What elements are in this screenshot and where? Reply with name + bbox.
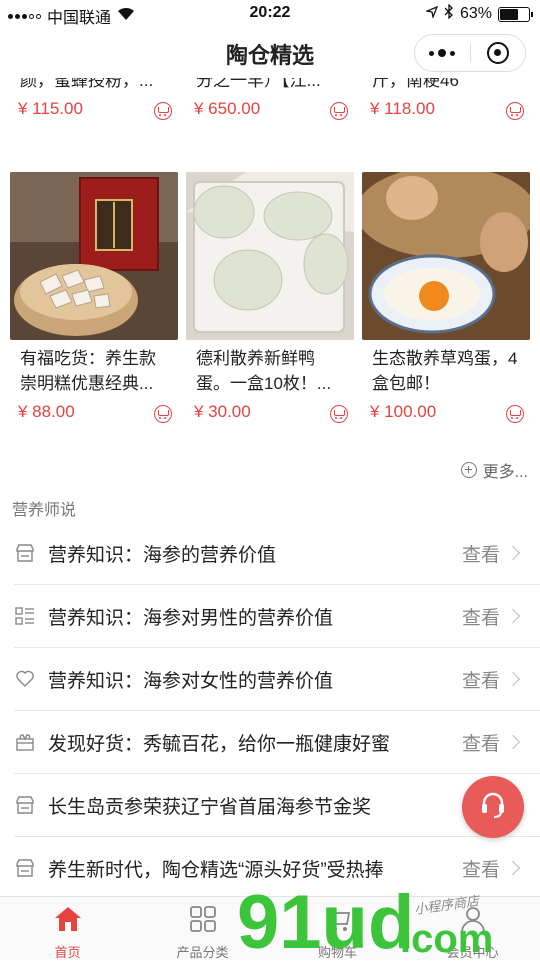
gift-icon (14, 731, 36, 753)
product-price: ¥ 100.00 (370, 402, 437, 421)
heart-icon (14, 668, 36, 690)
store-icon (14, 857, 36, 879)
article-title: 营养知识：海参对男性的营养价值 (48, 607, 334, 629)
article-item[interactable]: 营养知识：海参的营养价值 查看 (14, 522, 540, 585)
section-title: 营养师说 (12, 502, 77, 519)
product-image-chongming-cake[interactable] (10, 172, 178, 340)
article-item[interactable]: 养生新时代，陶仓精选“源头好货”受热捧 查看 (14, 837, 540, 896)
list-icon (14, 605, 36, 627)
product-image-chicken-eggs[interactable] (362, 172, 530, 340)
product-price: ¥ 650.00 (194, 99, 261, 118)
target-icon (486, 42, 509, 64)
battery-percent: 63% (459, 5, 492, 22)
nav-bar: 陶仓精选 (0, 28, 540, 78)
product-title: 斤，南粳46 (372, 78, 459, 90)
chevron-right-icon (505, 860, 521, 876)
article-title: 长生岛贡参荣获辽宁省首届海参节金奖 (48, 796, 372, 818)
chevron-right-icon (505, 671, 521, 687)
product-title: 德利散养新鲜鸭蛋。一盒10枚！... (196, 349, 332, 393)
plus-circle-icon (460, 462, 477, 478)
add-to-cart-icon[interactable] (154, 102, 172, 120)
product-card[interactable]: 斤，南粳46 ¥ 118.00 (362, 78, 530, 129)
more-label: 更多... (482, 464, 528, 481)
more-menu-button[interactable] (415, 35, 470, 71)
close-mini-program-button[interactable] (471, 35, 526, 71)
headset-icon (478, 790, 508, 825)
battery-icon (498, 6, 533, 22)
tab-home[interactable]: 首页 (0, 897, 135, 960)
user-icon (459, 905, 487, 938)
article-item[interactable]: 营养知识：海参对男性的营养价值 查看 (14, 585, 540, 648)
article-title: 营养知识：海参对女性的营养价值 (48, 670, 334, 692)
view-label: 查看 (461, 544, 500, 566)
article-title: 营养知识：海参的营养价值 (48, 544, 277, 566)
article-item[interactable]: 营养知识：海参对女性的营养价值 查看 (14, 648, 540, 711)
more-dots-icon (429, 49, 456, 57)
add-to-cart-icon[interactable] (154, 405, 172, 423)
home-icon (53, 905, 83, 938)
main-content: 颜，蜜蜂授粉，... ¥ 115.00 分之一羊）【江... ¥ 650.00 … (0, 78, 540, 896)
tab-member[interactable]: 会员中心 (405, 897, 540, 960)
tab-label: 首页 (54, 945, 81, 960)
add-to-cart-icon[interactable] (506, 102, 524, 120)
tab-label: 会员中心 (446, 945, 499, 960)
product-title: 有福吃货：养生款崇明糕优惠经典... (20, 349, 156, 393)
tab-label: 购物车 (317, 945, 357, 960)
more-products-link[interactable]: 更多... (460, 458, 528, 482)
chevron-right-icon (505, 734, 521, 750)
article-title: 发现好货：秀毓百花，给你一瓶健康好蜜 (48, 733, 391, 755)
article-title: 养生新时代，陶仓精选“源头好货”受热捧 (48, 859, 384, 881)
add-to-cart-icon[interactable] (330, 405, 348, 423)
view-label: 查看 (461, 670, 500, 692)
product-title: 生态散养草鸡蛋，4盒包邮！ (372, 349, 518, 393)
product-title: 颜，蜜蜂授粉，... (20, 78, 154, 90)
product-card[interactable]: 颜，蜜蜂授粉，... ¥ 115.00 (10, 78, 178, 129)
article-list: 营养知识：海参的营养价值 查看 营养知识：海参对男性的营养价值 查看 营养知识：… (0, 522, 540, 896)
view-label: 查看 (461, 859, 500, 881)
product-card[interactable]: 德利散养新鲜鸭蛋。一盒10枚！... ¥ 30.00 (186, 172, 354, 432)
product-card[interactable]: 有福吃货：养生款崇明糕优惠经典... ¥ 88.00 (10, 172, 178, 432)
article-item[interactable]: 发现好货：秀毓百花，给你一瓶健康好蜜 查看 (14, 711, 540, 774)
product-price: ¥ 30.00 (194, 402, 251, 421)
mini-program-capsule (414, 34, 526, 72)
view-label: 查看 (461, 733, 500, 755)
grid-icon (189, 905, 217, 938)
tab-cart[interactable]: 购物车 (270, 897, 405, 960)
view-label: 查看 (461, 607, 500, 629)
store-icon (14, 542, 36, 564)
store-icon (14, 794, 36, 816)
add-to-cart-icon[interactable] (330, 102, 348, 120)
cart-icon (324, 905, 352, 938)
tab-bar: 首页 产品分类 购物车 会员中心 (0, 896, 540, 960)
location-icon (424, 5, 439, 23)
product-image-duck-eggs[interactable] (186, 172, 354, 340)
tab-categories[interactable]: 产品分类 (135, 897, 270, 960)
add-to-cart-icon[interactable] (506, 405, 524, 423)
product-price: ¥ 88.00 (18, 402, 75, 421)
customer-service-button[interactable] (462, 776, 524, 838)
status-bar: 中国联通 20:22 63% (0, 0, 540, 28)
product-title: 分之一羊）【江... (196, 78, 321, 90)
product-price: ¥ 115.00 (18, 99, 83, 118)
bluetooth-icon (444, 3, 454, 24)
tab-label: 产品分类 (176, 945, 229, 960)
product-price: ¥ 118.00 (370, 99, 435, 118)
chevron-right-icon (505, 608, 521, 624)
product-card[interactable]: 分之一羊）【江... ¥ 650.00 (186, 78, 354, 129)
chevron-right-icon (505, 545, 521, 561)
product-card[interactable]: 生态散养草鸡蛋，4盒包邮！ ¥ 100.00 (362, 172, 530, 432)
